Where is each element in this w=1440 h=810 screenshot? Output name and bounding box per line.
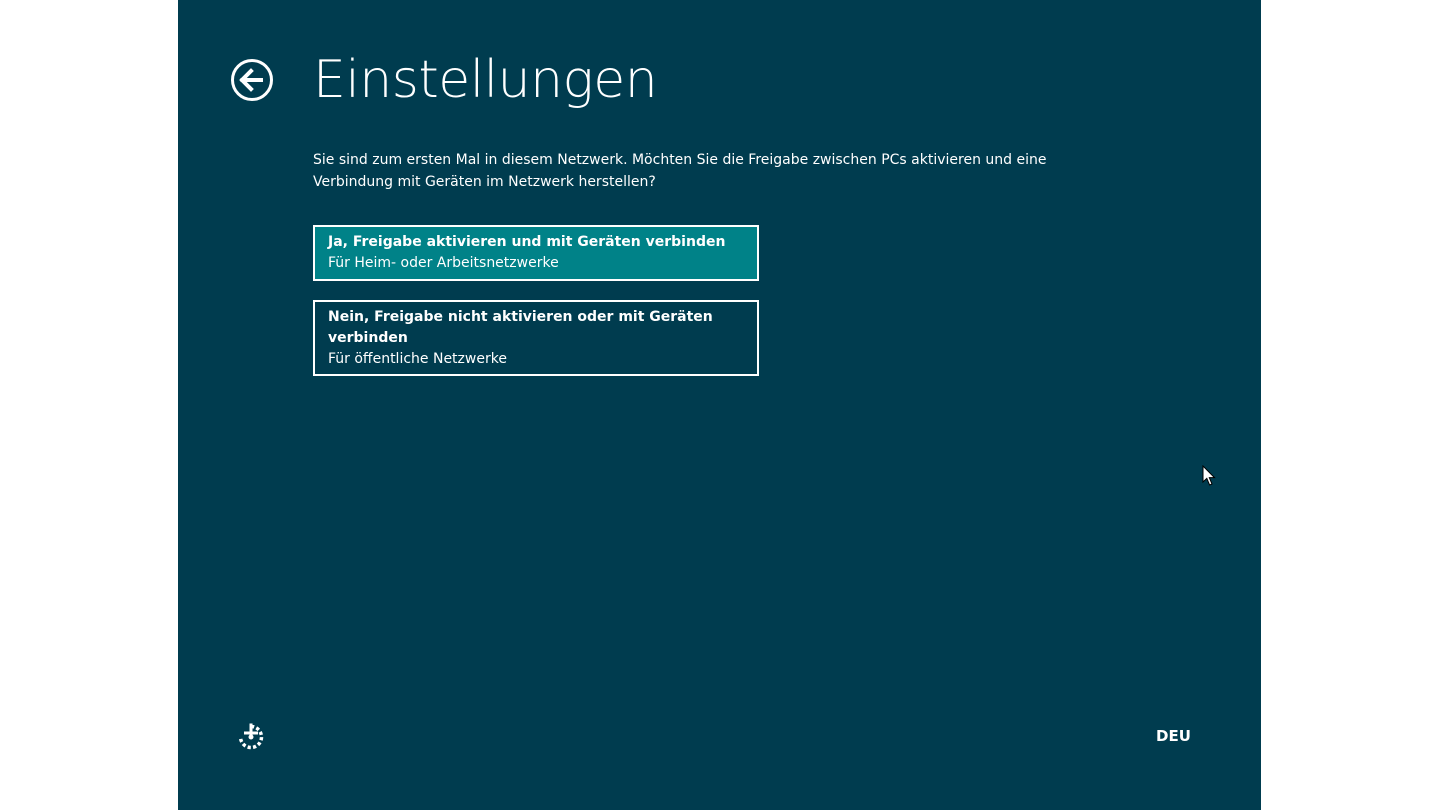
back-arrow-circle-icon [231, 59, 273, 101]
enable-sharing-option[interactable]: Ja, Freigabe aktivieren und mit Geräten … [313, 225, 759, 281]
page-title: Einstellungen [313, 50, 658, 110]
disable-sharing-option-subtitle: Für öffentliche Netzwerke [328, 351, 507, 367]
back-button[interactable] [230, 58, 274, 102]
ease-of-access-icon [238, 723, 264, 750]
language-indicator[interactable]: DEU [1156, 726, 1191, 746]
enable-sharing-option-subtitle: Für Heim- oder Arbeitsnetzwerke [328, 255, 559, 271]
ease-of-access-button[interactable] [236, 722, 266, 752]
disable-sharing-option-title: Nein, Freigabe nicht aktivieren oder mit… [328, 309, 713, 346]
setup-screen: Einstellungen Sie sind zum ersten Mal in… [178, 0, 1261, 810]
enable-sharing-option-title: Ja, Freigabe aktivieren und mit Geräten … [328, 234, 726, 250]
mouse-cursor-icon [1202, 465, 1216, 486]
network-sharing-question: Sie sind zum ersten Mal in diesem Netzwe… [313, 152, 1047, 190]
disable-sharing-option[interactable]: Nein, Freigabe nicht aktivieren oder mit… [313, 300, 759, 376]
